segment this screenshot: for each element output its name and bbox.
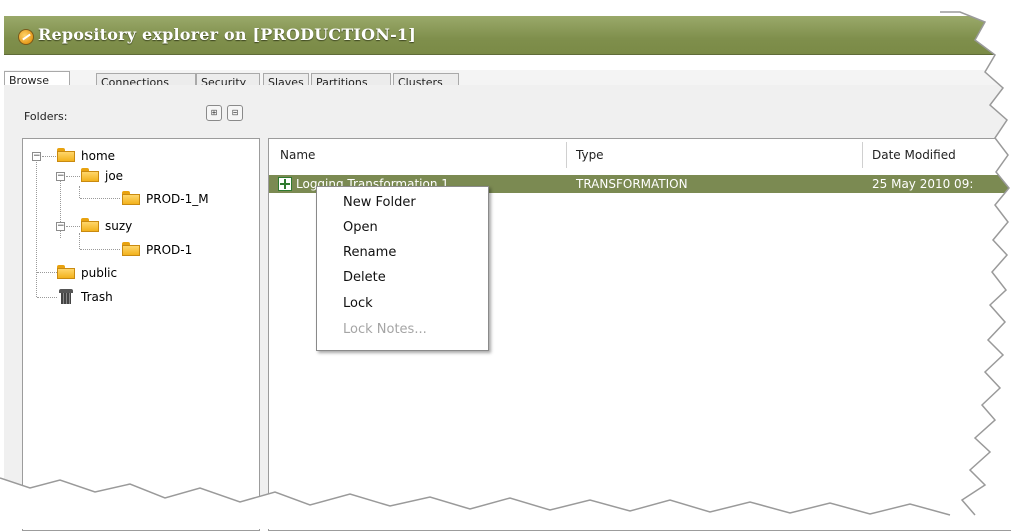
tree-connector [79, 186, 80, 198]
folder-icon [81, 218, 99, 232]
tree-connector [66, 176, 80, 177]
column-divider[interactable] [566, 142, 567, 168]
tree-connector [80, 249, 120, 250]
tree-connector [79, 233, 80, 249]
tree-connector [80, 198, 120, 199]
menu-item-lock-notes: Lock Notes... [343, 322, 427, 337]
folder-icon [57, 265, 75, 279]
collapse-tree-icon[interactable]: ⊟ [227, 105, 243, 121]
collapse-toggle-icon[interactable]: − [56, 222, 65, 231]
menu-item-delete[interactable]: Delete [343, 270, 386, 285]
cell-type: TRANSFORMATION [576, 177, 688, 191]
menu-item-lock[interactable]: Lock [343, 296, 373, 311]
tree-connector [42, 156, 56, 157]
transformation-icon [278, 177, 292, 191]
collapse-toggle-icon[interactable]: − [56, 172, 65, 181]
tree-item-suzy[interactable]: suzy [105, 218, 132, 234]
expand-tree-icon[interactable]: ⊞ [206, 105, 222, 121]
tree-connector [66, 226, 80, 227]
folder-icon [122, 191, 140, 205]
collapse-toggle-icon[interactable]: − [32, 152, 41, 161]
trash-icon [59, 289, 73, 304]
menu-item-rename[interactable]: Rename [343, 245, 396, 260]
tree-item-home[interactable]: home [81, 148, 115, 164]
cell-date-modified: 25 May 2010 09: [872, 177, 974, 191]
folder-icon [81, 168, 99, 182]
folder-icon [122, 242, 140, 256]
window-title: Repository explorer on [PRODUCTION-1] [38, 25, 417, 44]
tree-item-trash[interactable]: Trash [81, 289, 113, 305]
menu-item-new-folder[interactable]: New Folder [343, 195, 416, 210]
column-divider[interactable] [862, 142, 863, 168]
column-header-name[interactable]: Name [280, 148, 315, 162]
tree-item-public[interactable]: public [81, 265, 117, 281]
menu-item-open[interactable]: Open [343, 220, 378, 235]
column-header-date-modified[interactable]: Date Modified [872, 148, 956, 162]
tree-item-prod-1[interactable]: PROD-1 [146, 242, 192, 258]
tree-connector [36, 160, 37, 297]
folders-label: Folders: [24, 110, 68, 123]
tree-item-prod-1-m[interactable]: PROD-1_M [146, 191, 209, 207]
app-logo-icon [18, 29, 34, 45]
folder-icon [57, 148, 75, 162]
tree-connector [37, 272, 57, 273]
tree-connector [37, 297, 57, 298]
column-header-type[interactable]: Type [576, 148, 604, 162]
folder-tree[interactable] [22, 138, 260, 531]
tree-item-joe[interactable]: joe [105, 168, 123, 184]
title-bar[interactable]: Repository explorer on [PRODUCTION-1] [4, 16, 1011, 55]
